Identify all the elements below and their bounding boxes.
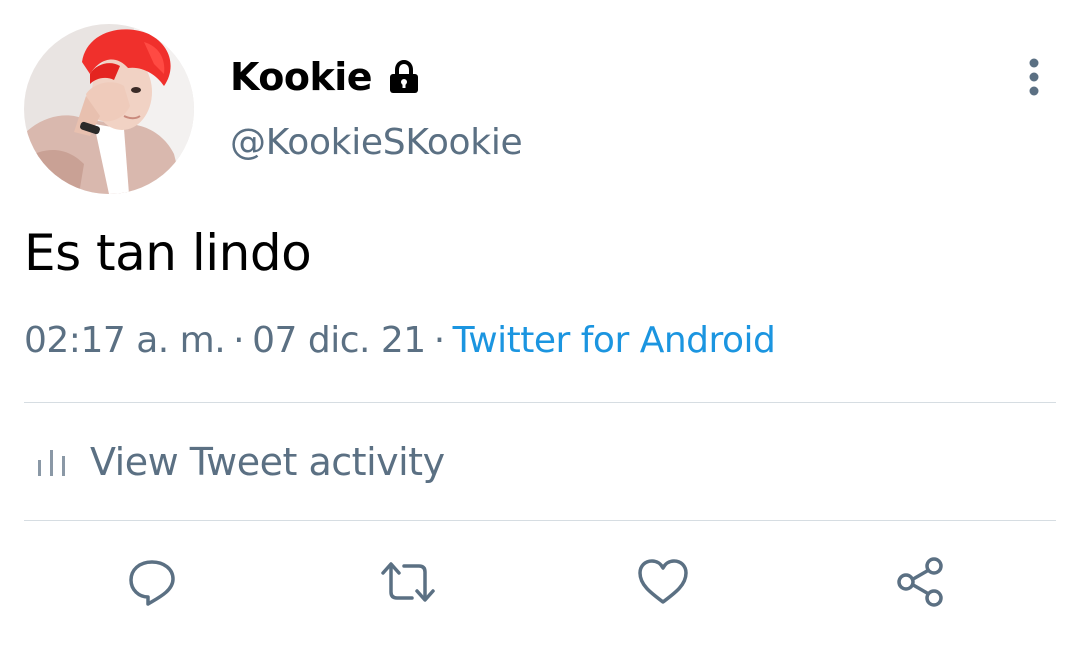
divider [24, 402, 1056, 403]
more-vertical-icon [1029, 58, 1039, 96]
like-button[interactable] [633, 552, 693, 612]
avatar[interactable] [24, 24, 194, 194]
meta-separator: · [433, 320, 445, 361]
tweet: Kookie @KookieSKookie Es tan lindo 02:17… [0, 0, 1080, 659]
reply-button[interactable] [122, 552, 182, 612]
display-name-row[interactable]: Kookie [230, 52, 422, 102]
tweet-time: 02:17 a. m. [24, 320, 226, 361]
display-name: Kookie [230, 55, 373, 99]
action-bar [0, 530, 1080, 640]
retweet-button[interactable] [378, 552, 438, 612]
share-button[interactable] [891, 552, 951, 612]
bar-chart-icon [34, 444, 70, 480]
lock-icon [386, 59, 422, 95]
reply-icon [129, 560, 175, 606]
view-tweet-activity[interactable]: View Tweet activity [24, 404, 1056, 520]
share-icon [897, 557, 943, 607]
user-handle[interactable]: @KookieSKookie [230, 122, 523, 163]
view-tweet-activity-label: View Tweet activity [90, 440, 445, 484]
retweet-icon [381, 562, 435, 602]
meta-separator: · [233, 320, 245, 361]
divider [24, 520, 1056, 521]
tweet-meta: 02:17 a. m. · 07 dic. 21 · Twitter for Andro… [24, 320, 776, 361]
heart-icon [638, 559, 688, 604]
tweet-date: 07 dic. 21 [252, 320, 426, 361]
tweet-text: Es tan lindo [24, 224, 312, 282]
more-options-button[interactable] [1014, 52, 1054, 102]
avatar-photo [24, 24, 194, 194]
tweet-source-link[interactable]: Twitter for Android [453, 320, 776, 361]
